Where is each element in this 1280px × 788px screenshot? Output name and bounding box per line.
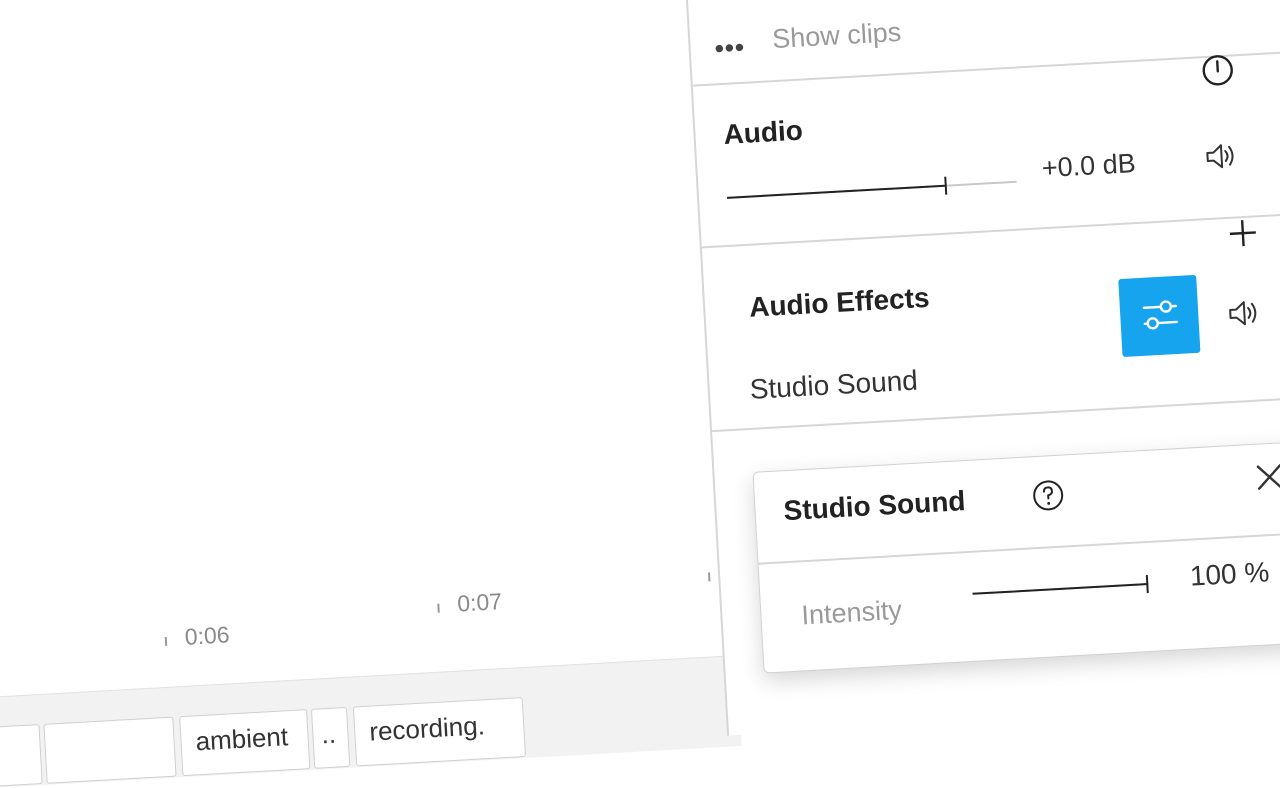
volume-value: +0.0 dB (1041, 148, 1137, 184)
help-circle-icon[interactable] (1030, 478, 1066, 514)
clip[interactable]: ambient (179, 709, 311, 777)
audio-section-title: Audio (722, 114, 804, 150)
clip[interactable] (0, 724, 43, 787)
app-scene: 0:06 0:07 ambient .. recording. ••• Show… (0, 0, 1280, 788)
audio-effects-title: Audio Effects (748, 281, 931, 323)
intensity-label: Intensity (800, 594, 903, 631)
intensity-slider-handle[interactable] (1145, 574, 1149, 594)
sliders-icon (1142, 300, 1178, 330)
volume-slider-handle[interactable] (944, 176, 948, 195)
clip[interactable] (43, 716, 177, 784)
ruler-tick (707, 572, 711, 582)
show-clips-button[interactable]: Show clips (771, 17, 902, 55)
ruler-label: 0:06 (184, 621, 231, 650)
close-icon[interactable] (1254, 461, 1280, 493)
intensity-slider-fill (972, 582, 1149, 595)
ruler-tick (164, 636, 168, 646)
effect-settings-button[interactable] (1118, 274, 1201, 358)
ruler-label: 0:07 (456, 588, 503, 617)
plus-icon[interactable] (1227, 217, 1259, 249)
popover-title: Studio Sound (782, 485, 967, 527)
speaker-icon[interactable] (1203, 140, 1239, 172)
more-horizontal-icon[interactable]: ••• (714, 32, 746, 65)
studio-sound-popover: Studio Sound Intensity 100 % (752, 440, 1280, 674)
clip[interactable]: .. (310, 706, 351, 769)
ruler-tick (437, 603, 440, 613)
intensity-value: 100 % (1189, 556, 1271, 592)
power-icon[interactable] (1200, 52, 1236, 88)
divider (701, 210, 1280, 249)
volume-slider-fill (727, 184, 945, 199)
effect-name[interactable]: Studio Sound (749, 365, 919, 406)
clip[interactable]: recording. (352, 697, 526, 767)
speaker-icon[interactable] (1226, 297, 1262, 329)
